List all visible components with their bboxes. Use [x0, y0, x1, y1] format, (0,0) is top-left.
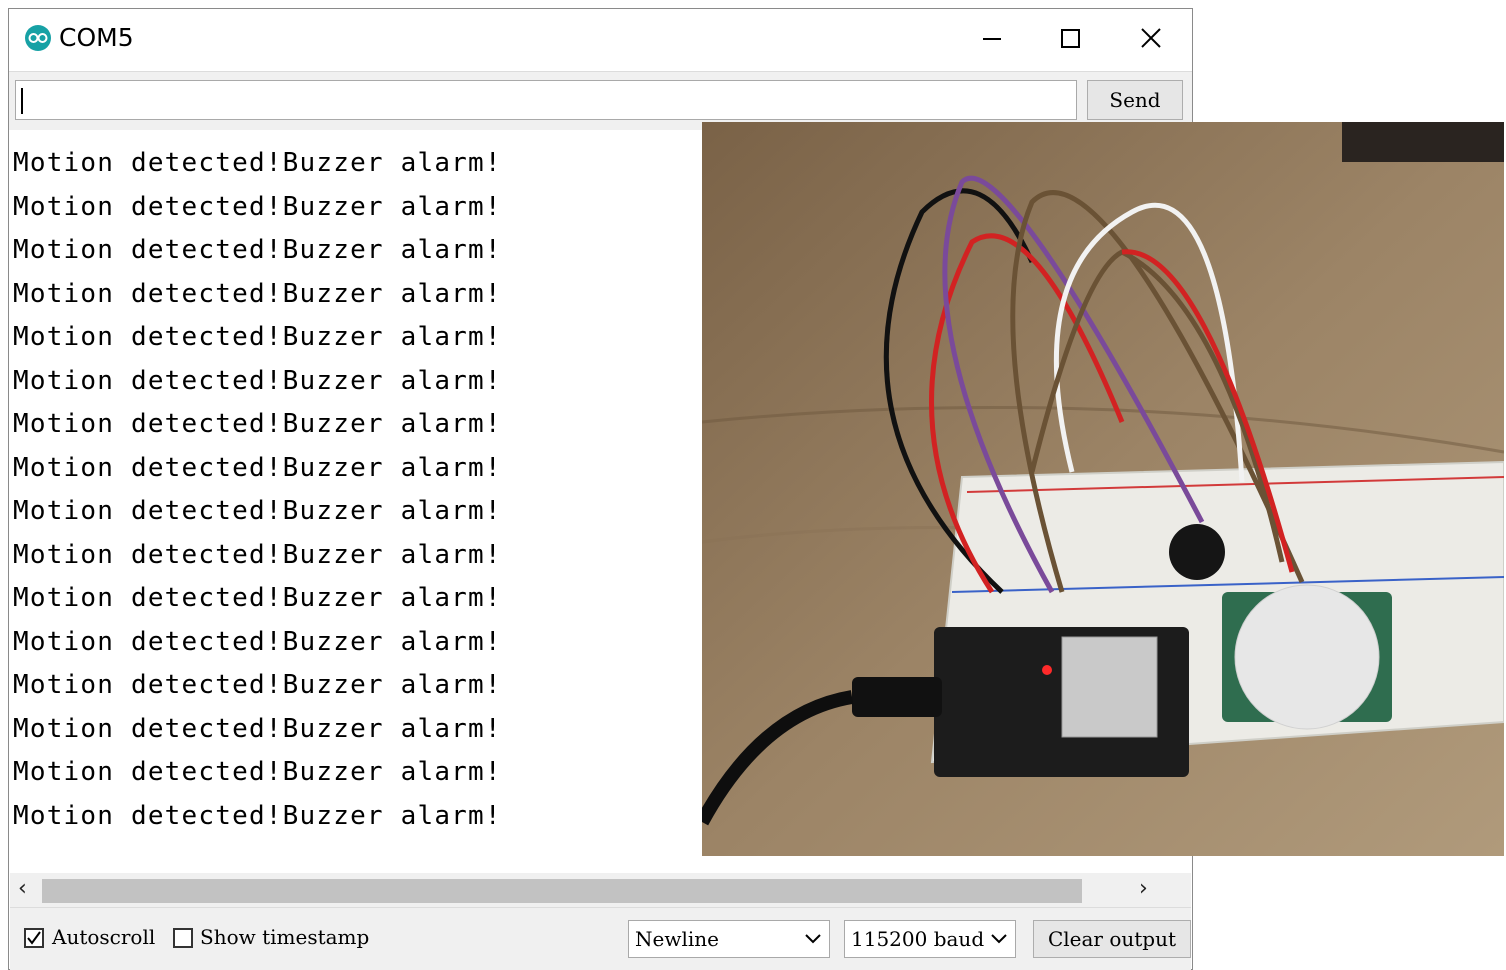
chevron-left-icon[interactable]: ‹ — [18, 876, 27, 901]
baud-rate-value: 115200 baud — [851, 927, 985, 951]
output-line: Motion detected!Buzzer alarm! — [13, 800, 502, 831]
autoscroll-label: Autoscroll — [52, 925, 156, 949]
circuit-photo — [702, 122, 1504, 856]
minimize-icon — [983, 38, 1001, 40]
close-button[interactable] — [1126, 17, 1176, 61]
horizontal-scrollbar[interactable]: ‹ › — [10, 873, 1191, 907]
chevron-down-icon — [991, 934, 1007, 944]
arduino-logo-icon — [25, 25, 51, 51]
output-line: Motion detected!Buzzer alarm! — [13, 713, 502, 744]
baud-rate-select[interactable]: 115200 baud — [844, 920, 1016, 958]
scroll-thumb[interactable] — [42, 879, 1082, 903]
chevron-right-icon[interactable]: › — [1139, 876, 1148, 901]
timestamp-checkbox[interactable] — [173, 928, 193, 948]
output-line: Motion detected!Buzzer alarm! — [13, 496, 502, 526]
output-line: Motion detected!Buzzer alarm! — [13, 757, 502, 787]
output-lines: Motion detected!Buzzer alarm! Motion dete… — [13, 142, 502, 838]
output-line: Motion detected!Buzzer alarm! — [13, 539, 502, 570]
output-line: Motion detected!Buzzer alarm! — [13, 452, 502, 483]
output-line: Motion detected!Buzzer alarm! — [13, 322, 502, 352]
output-line: Motion detected!Buzzer alarm! — [13, 235, 502, 265]
output-line: Motion detected!Buzzer alarm! — [13, 670, 502, 700]
breadboard-circuit-image — [702, 122, 1504, 856]
bottom-bar: Autoscroll Show timestamp Newline 115200… — [10, 907, 1191, 970]
window-title: COM5 — [59, 23, 134, 52]
output-line: Motion detected!Buzzer alarm! — [13, 365, 502, 396]
minimize-button[interactable] — [967, 17, 1017, 61]
line-ending-value: Newline — [635, 927, 719, 951]
chevron-down-icon — [805, 934, 821, 944]
text-caret — [21, 88, 23, 114]
output-line: Motion detected!Buzzer alarm! — [13, 626, 502, 657]
clear-output-button[interactable]: Clear output — [1033, 920, 1191, 958]
output-line: Motion detected!Buzzer alarm! — [13, 278, 502, 309]
autoscroll-checkbox[interactable] — [24, 928, 44, 948]
send-button[interactable]: Send — [1087, 80, 1183, 120]
output-line: Motion detected!Buzzer alarm! — [13, 583, 502, 613]
output-line: Motion detected!Buzzer alarm! — [13, 409, 502, 439]
output-line: Motion detected!Buzzer alarm! — [13, 148, 502, 178]
maximize-button[interactable] — [1046, 17, 1096, 61]
checkmark-icon — [27, 931, 41, 945]
line-ending-select[interactable]: Newline — [628, 920, 830, 958]
output-line: Motion detected!Buzzer alarm! — [13, 191, 502, 222]
close-icon — [1141, 28, 1161, 48]
timestamp-label: Show timestamp — [200, 925, 370, 949]
send-input[interactable] — [15, 80, 1077, 120]
maximize-icon — [1061, 29, 1080, 48]
title-bar: COM5 — [9, 9, 1192, 71]
